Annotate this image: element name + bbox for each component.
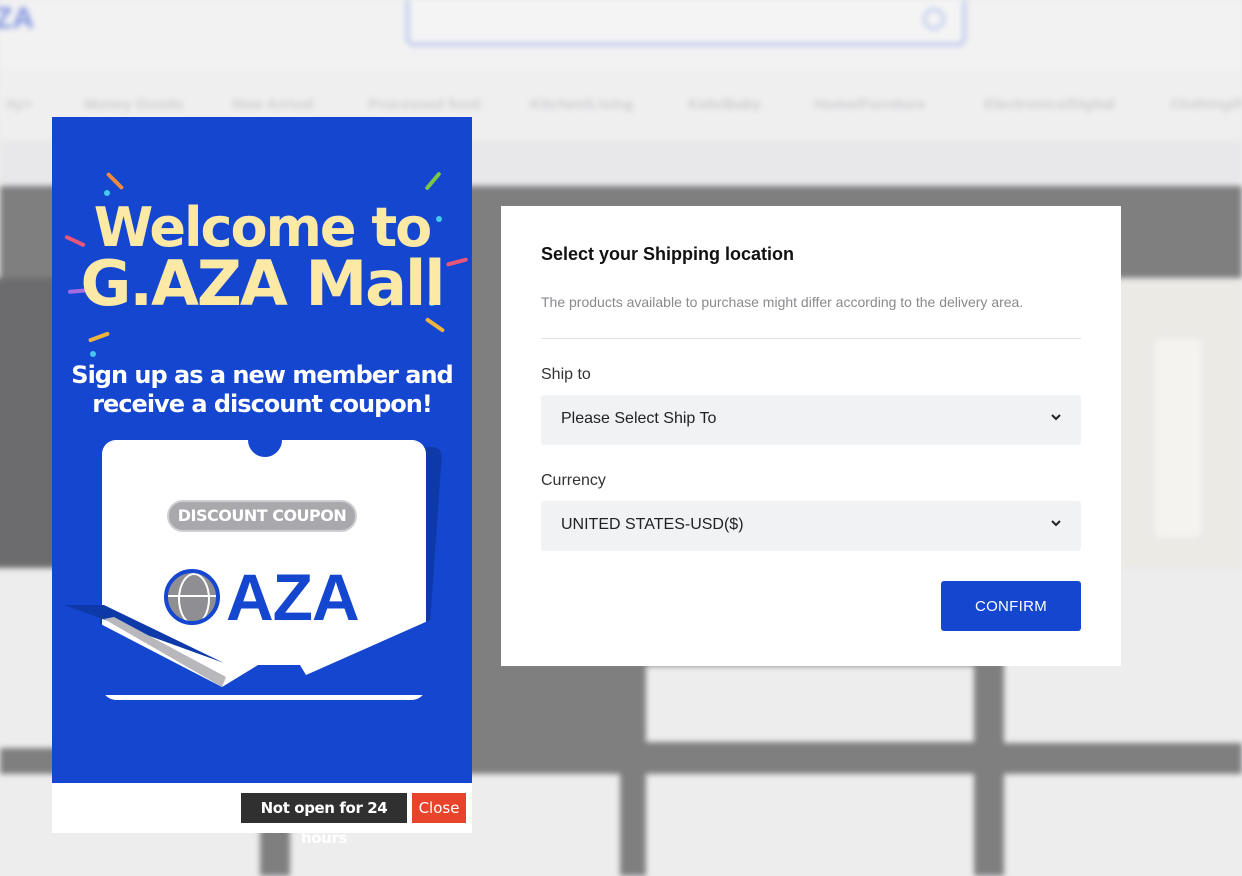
close-button[interactable]: Close <box>412 793 466 823</box>
confirm-button[interactable]: CONFIRM <box>941 581 1081 631</box>
chevron-down-icon <box>1051 520 1061 527</box>
confetti-decoration <box>424 171 442 191</box>
coupon-badge: DISCOUNT COUPON <box>167 500 357 532</box>
promo-subtitle-line1: Sign up as a new member and <box>71 361 453 389</box>
modal-title: Select your Shipping location <box>541 244 795 264</box>
coupon-notch <box>248 423 282 457</box>
not-open-24h-button[interactable]: Not open for 24 hours <box>241 793 407 847</box>
ship-to-select[interactable]: Please Select Ship To <box>541 395 1081 445</box>
confetti-dot <box>90 351 96 357</box>
confetti-decoration <box>105 171 125 191</box>
confetti-decoration <box>87 331 111 343</box>
ship-to-label: Ship to <box>541 366 591 383</box>
divider <box>541 338 1081 339</box>
promo-popup: Welcome to G.AZA Mall Sign up as a new m… <box>52 117 472 847</box>
currency-select[interactable]: UNITED STATES-USD($) <box>541 501 1081 551</box>
shipping-location-modal: Select your Shipping location The produc… <box>501 206 1121 666</box>
currency-label: Currency <box>541 472 606 489</box>
promo-banner[interactable]: Welcome to G.AZA Mall Sign up as a new m… <box>52 117 472 783</box>
promo-subtitle-line2: receive a discount coupon! <box>92 390 433 418</box>
modal-description: The products available to purchase might… <box>541 294 1024 310</box>
chevron-down-icon <box>1051 414 1061 421</box>
currency-value: UNITED STATES-USD($) <box>561 516 744 533</box>
ship-to-value: Please Select Ship To <box>561 410 717 427</box>
envelope-flap <box>64 605 464 695</box>
promo-title-line2: G.AZA Mall <box>80 247 446 320</box>
